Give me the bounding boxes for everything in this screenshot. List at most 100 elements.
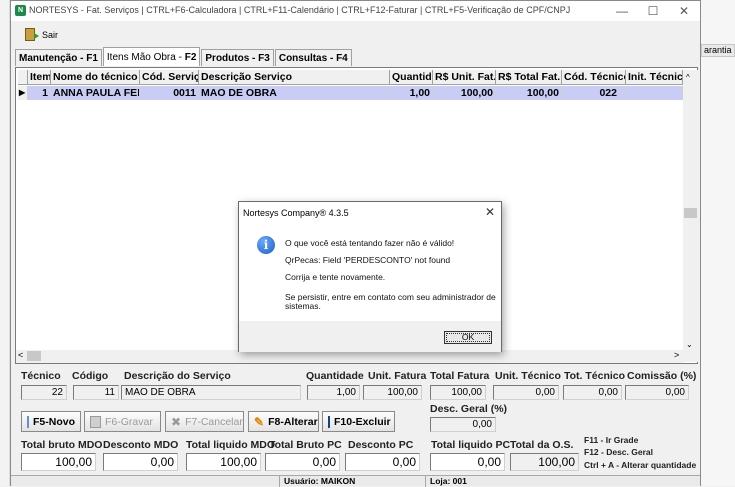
- codigo-field[interactable]: 11: [73, 385, 119, 400]
- tab-bar: Manutenção - F1 Itens Mão Obra - F2 Prod…: [15, 47, 353, 66]
- cancelar-button[interactable]: ✖ F7-Cancelar: [165, 411, 244, 432]
- grid-cell-total[interactable]: 100,00: [496, 86, 562, 100]
- alterar-button[interactable]: ✎ F8-Alterar: [248, 411, 319, 432]
- grid-header-unit[interactable]: R$ Unit. Fat.: [433, 70, 496, 85]
- unit-tecnico-field[interactable]: 0,00: [493, 385, 559, 400]
- desconto-pc-field[interactable]: 0,00: [345, 453, 420, 471]
- bruto-pc-field[interactable]: 0,00: [265, 453, 340, 471]
- grid-cell-cod-tecnico[interactable]: 022: [562, 86, 626, 100]
- grid-header-tecnico[interactable]: Nome do técnico: [51, 70, 140, 85]
- grid-header-item[interactable]: Item: [28, 70, 51, 85]
- desconto-mdo-label: Desconto MDO: [103, 439, 179, 451]
- unit-tecnico-label: Unit. Técnico: [495, 370, 561, 382]
- gravar-button[interactable]: F6-Gravar: [84, 411, 161, 432]
- shortcut-alterar-quantidade: Ctrl + A - Alterar quantidade: [584, 460, 697, 470]
- liquido-mdo-field[interactable]: 100,00: [186, 453, 261, 471]
- novo-button-label: F5-Novo: [33, 415, 75, 428]
- desc-geral-field[interactable]: 0,00: [430, 417, 496, 432]
- grid-header-cod-tecnico[interactable]: Cód. Técnico: [562, 70, 626, 85]
- scroll-down-icon[interactable]: ⌄: [686, 340, 693, 349]
- background-window-right: [700, 0, 735, 486]
- grid-header-total[interactable]: R$ Total Fat.: [496, 70, 562, 85]
- background-garantia-header: arantia: [701, 44, 735, 57]
- tab-itens-mao-obra[interactable]: Itens Mão Obra - F2: [102, 47, 201, 66]
- dialog-message-retry: Corrija e tente novamente.: [285, 272, 386, 282]
- grid-header-quantidade[interactable]: Quantid.: [390, 70, 433, 85]
- grid-cell-cod-servico[interactable]: 0011: [140, 86, 199, 100]
- tot-tecnico-field[interactable]: 0,00: [563, 385, 622, 400]
- tot-tecnico-label: Tot. Técnico: [564, 370, 626, 382]
- grid-header-init-tecnico[interactable]: Init. Técnico: [626, 70, 683, 85]
- shortcut-ir-grade: F11 - Ir Grade: [584, 435, 639, 445]
- bruto-mdo-label: Total bruto MDO: [21, 439, 103, 451]
- dialog-message-invalid: O que você está tentando fazer não é vál…: [285, 238, 455, 248]
- quantidade-label: Quantidade: [306, 370, 364, 382]
- save-icon: [90, 415, 101, 428]
- grid-cell-unit[interactable]: 100,00: [433, 86, 496, 100]
- title-bar: N NORTESYS - Fat. Serviços | CTRL+F6-Cal…: [11, 1, 700, 21]
- excluir-button[interactable]: F10-Excluir: [322, 411, 395, 432]
- desconto-mdo-field[interactable]: 0,00: [103, 453, 178, 471]
- status-bar: Usuário: MAIKON Loja: 001: [11, 475, 700, 487]
- dialog-close-button[interactable]: ✕: [485, 205, 495, 219]
- dialog-message-field: QrPecas: Field 'PERDESCONTO' not found: [285, 255, 451, 265]
- maximize-button[interactable]: ☐: [639, 3, 667, 19]
- excluir-button-label: F10-Excluir: [334, 415, 391, 428]
- liquido-pc-label: Total liquido PC: [431, 439, 511, 451]
- total-fatura-field[interactable]: 100,00: [430, 385, 486, 400]
- liquido-mdo-label: Total liquido MDO: [186, 439, 276, 451]
- unit-fatura-label: Unit. Fatura: [368, 370, 427, 382]
- horizontal-scroll-thumb[interactable]: [27, 351, 41, 361]
- scroll-right-icon[interactable]: >: [674, 350, 679, 360]
- total-os-label: Total da O.S.: [510, 439, 574, 451]
- grid-cell-init-tecnico[interactable]: [626, 86, 683, 100]
- scroll-up-icon[interactable]: ^: [686, 73, 690, 82]
- comissao-field[interactable]: 0,00: [625, 385, 689, 400]
- grid-indicator-header: [18, 70, 28, 85]
- dialog-message-contact-2: sistemas.: [285, 301, 321, 311]
- minimize-button[interactable]: —: [608, 3, 636, 19]
- total-fatura-label: Total Fatura: [430, 370, 490, 382]
- tecnico-field[interactable]: 22: [21, 385, 67, 400]
- tab-itens-key: F2: [184, 52, 197, 63]
- grid-cell-quantidade[interactable]: 1,00: [390, 86, 433, 100]
- close-button[interactable]: ✕: [670, 3, 698, 19]
- quantidade-field[interactable]: 1,00: [307, 385, 360, 400]
- bruto-pc-label: Total Bruto PC: [269, 439, 342, 451]
- gravar-button-label: F6-Gravar: [105, 415, 153, 428]
- shortcut-desc-geral: F12 - Desc. Geral: [584, 447, 653, 457]
- tab-consultas[interactable]: Consultas - F4: [274, 49, 352, 66]
- grid-cell-descricao[interactable]: MAO DE OBRA: [199, 86, 390, 100]
- grid-cell-item[interactable]: 1: [28, 86, 51, 100]
- scroll-left-icon[interactable]: <: [18, 350, 23, 360]
- ok-button[interactable]: OK: [444, 331, 492, 344]
- exit-label: Sair: [42, 29, 59, 40]
- cancelar-button-label: F7-Cancelar: [185, 415, 243, 428]
- tab-produtos[interactable]: Produtos - F3: [201, 49, 274, 66]
- grid-cell-tecnico[interactable]: ANNA PAULA FERN/: [51, 86, 140, 100]
- grid-vertical-scrollbar[interactable]: ^ ⌄: [683, 70, 698, 362]
- vertical-scroll-thumb[interactable]: [684, 208, 697, 218]
- tab-manutencao[interactable]: Manutenção - F1: [15, 49, 102, 66]
- liquido-pc-field[interactable]: 0,00: [430, 453, 505, 471]
- info-icon: i: [257, 236, 275, 254]
- novo-button[interactable]: F5-Novo: [21, 411, 81, 432]
- codigo-label: Código: [72, 370, 109, 382]
- unit-fatura-field[interactable]: 100,00: [363, 385, 422, 400]
- tecnico-label: Técnico: [21, 370, 61, 382]
- dialog-footer: OK: [239, 321, 501, 352]
- cancel-icon: ✖: [171, 414, 182, 429]
- comissao-label: Comissão (%): [627, 370, 697, 382]
- window-title: NORTESYS - Fat. Serviços | CTRL+F6-Calcu…: [29, 5, 571, 15]
- grid-header-descricao[interactable]: Descrição Serviço: [199, 70, 390, 85]
- error-dialog: Nortesys Company® 4.3.5 ✕ i O que você e…: [238, 201, 502, 352]
- bruto-mdo-field[interactable]: 100,00: [21, 453, 96, 471]
- status-loja: Loja: 001: [425, 476, 700, 487]
- exit-button[interactable]: Sair: [25, 28, 58, 41]
- descricao-field[interactable]: MAO DE OBRA: [121, 385, 301, 400]
- alterar-button-label: F8-Alterar: [268, 415, 318, 428]
- grid-row-indicator: ▶: [18, 86, 28, 100]
- desc-geral-label: Desc. Geral (%): [430, 403, 508, 415]
- grid-header-cod-servico[interactable]: Cód. Serviço: [140, 70, 199, 85]
- total-os-field[interactable]: 100,00: [510, 453, 579, 471]
